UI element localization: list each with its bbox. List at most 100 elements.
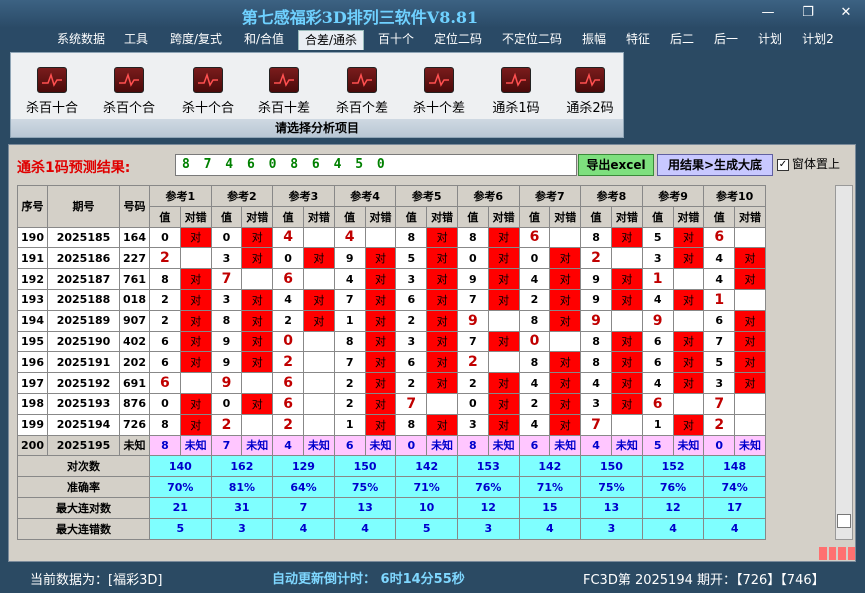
correct-mark: 对 — [672, 372, 705, 394]
row-seq: 193 — [17, 288, 48, 311]
row-issue: 2025186 — [47, 247, 120, 270]
ref-value: 0 — [210, 226, 243, 249]
chart-icon — [269, 67, 299, 93]
ref-value: 8 — [518, 309, 551, 332]
row-number: 876 — [119, 392, 150, 415]
row-seq: 198 — [17, 392, 48, 415]
ribbon-button-label: 杀百十合 — [25, 101, 78, 116]
table-row[interactable]: 194 2025189 907 2 对 8 对 2 对 1 对 2 对 9 8 对 9 9 6 对 — [17, 309, 766, 332]
menu-last-one[interactable]: 后一 — [708, 30, 744, 50]
ref-value: 6 — [272, 392, 304, 415]
close-icon[interactable]: ✕ — [833, 4, 859, 22]
header-ref-6: 参考6 — [456, 185, 520, 207]
ref-value: 5 — [395, 247, 428, 270]
correct-mark: 对 — [241, 330, 274, 353]
export-excel-button[interactable]: 导出excel — [578, 154, 654, 176]
vertical-scrollbar[interactable] — [835, 185, 853, 540]
correct-mark: 对 — [302, 247, 335, 270]
row-number: 202 — [119, 351, 150, 374]
correct-mark: 对 — [487, 268, 520, 290]
unknown-mark: 未知 — [487, 434, 520, 457]
minimize-icon[interactable]: — — [755, 4, 781, 22]
ribbon-button-7[interactable]: 通杀1码 — [481, 67, 551, 116]
ribbon-button-5[interactable]: 杀百个差 — [327, 67, 397, 116]
menu-feature[interactable]: 特征 — [620, 30, 656, 50]
menu-plan2[interactable]: 计划2 — [796, 30, 840, 50]
ref-value: 4 — [703, 247, 736, 270]
header-seq: 序号 — [17, 185, 48, 228]
ref-value: 0 — [518, 330, 551, 353]
menu-span[interactable]: 跨度/复式 — [163, 30, 229, 50]
header-value: 值 — [703, 205, 736, 228]
table-row[interactable]: 195 2025190 402 6 对 9 对 0 8 对 3 对 7 对 0 8 对 6 对 7 对 — [17, 330, 766, 353]
scroll-thumb[interactable] — [837, 514, 851, 528]
ref-value: 3 — [456, 413, 489, 436]
ref-value: 7 — [456, 288, 489, 311]
stat-value: 75% — [580, 476, 643, 498]
menu-fixed-two[interactable]: 定位二码 — [428, 30, 488, 50]
ribbon-button-6[interactable]: 杀十个差 — [404, 67, 474, 116]
prediction-result[interactable]: 8 7 4 6 0 8 6 4 5 0 — [175, 154, 577, 176]
menu-unfixed-two[interactable]: 不定位二码 — [496, 30, 568, 50]
row-issue: 2025194 — [47, 413, 120, 436]
ref-value: 4 — [272, 434, 304, 457]
correct-mark: 对 — [549, 351, 582, 374]
status-bar: 当前数据为：[福彩3D] 自动更新倒计时： 6时14分55秒 FC3D第 202… — [0, 564, 865, 593]
table-row[interactable]: 191 2025186 227 2 3 对 0 对 9 对 5 对 0 对 0 对 2 3 对 4 对 — [17, 247, 766, 270]
ref-value: 8 — [149, 268, 181, 290]
ref-value: 4 — [641, 288, 674, 311]
ribbon-button-2[interactable]: 杀百个合 — [94, 67, 164, 116]
maximize-icon[interactable]: ❐ — [795, 4, 821, 22]
menu-last-two[interactable]: 后二 — [664, 30, 700, 50]
table-row[interactable]: 198 2025193 876 0 对 0 对 6 2 对 7 0 对 2 对 3 对 6 7 — [17, 392, 766, 415]
menu-sum[interactable]: 和/合值 — [237, 30, 291, 50]
menu-amplitude[interactable]: 振幅 — [576, 30, 612, 50]
menu-system-data[interactable]: 系统数据 — [52, 30, 110, 50]
table-row[interactable]: 190 2025185 164 0 对 0 对 4 4 8 对 8 对 6 8 对 5 对 6 — [17, 226, 766, 249]
table-row[interactable]: 192 2025187 761 8 对 7 6 4 对 3 对 9 对 4 对 9 对 1 4 对 — [17, 268, 766, 290]
header-value: 值 — [210, 205, 243, 228]
correct-mark: 对 — [487, 247, 520, 270]
ribbon-button-8[interactable]: 通杀2码 — [555, 67, 625, 116]
ribbon-button-3[interactable]: 杀十个合 — [173, 67, 243, 116]
topmost-checkbox[interactable]: ✓ 窗体置上 — [777, 155, 840, 172]
table-row[interactable]: 197 2025192 691 6 9 6 2 对 2 对 2 对 4 对 4 对 4 对 3 对 — [17, 372, 766, 394]
correct-mark: 对 — [179, 268, 212, 290]
header-ref-7: 参考7 — [518, 185, 582, 207]
ribbon-button-label: 杀百十差 — [257, 101, 310, 116]
wrong-mark — [549, 330, 582, 353]
correct-mark: 对 — [549, 392, 582, 415]
generate-base-button[interactable]: 用结果>生成大底 — [657, 154, 773, 176]
wrong-mark — [672, 392, 705, 415]
menu-position[interactable]: 百十个 — [372, 30, 420, 50]
correct-mark: 对 — [364, 413, 397, 436]
menu-bar: 系统数据 工具 跨度/复式 和/合值 合差/通杀 百十个 定位二码 不定位二码 … — [0, 28, 865, 50]
prediction-row[interactable]: 200 2025195 未知 8 未知 7 未知 4 未知 6 未知 0 未知 8 未知 6 未知 4 未知 5 未知 0… — [17, 434, 766, 457]
ref-value: 9 — [580, 309, 612, 332]
correct-mark: 对 — [610, 372, 643, 394]
menu-plan[interactable]: 计划 — [752, 30, 788, 50]
ref-value: 5 — [703, 351, 736, 374]
stat-value: 31 — [210, 496, 274, 519]
ribbon-button-1[interactable]: 杀百十合 — [17, 67, 87, 116]
table-row[interactable]: 193 2025188 018 2 对 3 对 4 对 7 对 6 对 7 对 2 对 9 对 4 对 1 — [17, 288, 766, 311]
menu-tools[interactable]: 工具 — [118, 30, 154, 50]
header-ref-3: 参考3 — [272, 185, 335, 207]
ref-value: 9 — [580, 288, 612, 311]
ref-value: 3 — [703, 372, 736, 394]
menu-sumdiff-kill[interactable]: 合差/通杀 — [298, 30, 364, 50]
correct-mark: 对 — [672, 247, 705, 270]
ref-value: 6 — [518, 226, 551, 249]
ref-value: 3 — [395, 330, 428, 353]
ref-value: 4 — [518, 268, 551, 290]
table-row[interactable]: 199 2025194 726 8 对 2 2 1 对 8 对 3 对 4 对 7 1 对 2 — [17, 413, 766, 436]
ribbon-button-4[interactable]: 杀百十差 — [249, 67, 319, 116]
wrong-mark — [241, 268, 274, 290]
stat-value: 5 — [395, 517, 458, 540]
unknown-mark: 未知 — [549, 434, 582, 457]
ribbon-button-label: 杀十个合 — [181, 101, 234, 116]
table-row[interactable]: 196 2025191 202 6 对 9 对 2 7 对 6 对 2 8 对 8 对 6 对 5 对 — [17, 351, 766, 374]
header-value: 值 — [456, 205, 489, 228]
header-value: 值 — [518, 205, 551, 228]
ref-value: 9 — [641, 309, 674, 332]
